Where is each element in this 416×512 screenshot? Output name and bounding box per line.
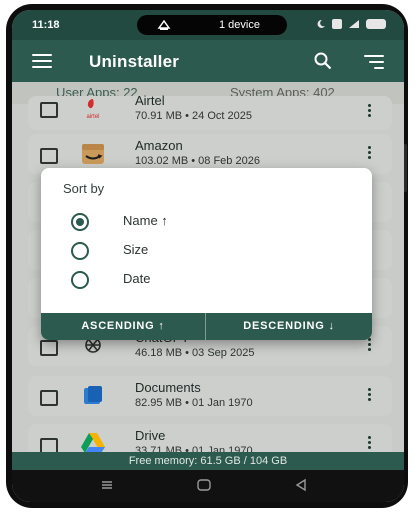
recents-icon[interactable] — [100, 478, 114, 492]
app-checkbox[interactable] — [40, 340, 58, 356]
svg-text:airtel: airtel — [86, 114, 99, 120]
navigation-bar — [12, 470, 404, 502]
sort-option-date[interactable]: Date — [41, 266, 372, 292]
sort-option-name[interactable]: Name ↑ — [41, 208, 372, 234]
app-name: Amazon — [135, 138, 183, 153]
sort-icon[interactable] — [364, 55, 384, 69]
app-name: Drive — [135, 428, 166, 443]
app-checkbox[interactable] — [40, 390, 58, 406]
dialog-button-bar: ASCENDING ↑ DESCENDING ↓ — [41, 313, 372, 340]
device-count-text: 1 device — [219, 19, 260, 31]
status-bar: 11:18 1 device — [12, 10, 404, 40]
device-icon — [157, 19, 171, 30]
app-name: Airtel — [135, 93, 165, 108]
radio-button[interactable] — [71, 271, 89, 289]
sort-option-label: Name ↑ — [123, 213, 168, 228]
documents-icon — [84, 386, 102, 404]
search-icon[interactable] — [314, 52, 332, 70]
dynamic-island[interactable]: 1 device — [137, 15, 287, 35]
more-options-icon[interactable] — [368, 338, 372, 354]
airtel-icon: airtel — [86, 99, 100, 120]
sort-dialog: Sort by Name ↑ Size Date ASCENDING ↑ DES… — [41, 168, 372, 340]
more-options-icon[interactable] — [368, 146, 372, 162]
screen: 11:18 1 device Uninstaller User Apps: 22… — [12, 10, 404, 502]
app-meta: 46.18 MB • 03 Sep 2025 — [135, 347, 255, 359]
battery-icon — [366, 19, 386, 29]
list-item[interactable]: Documents 82.95 MB • 01 Jan 1970 — [28, 376, 392, 416]
do-not-disturb-icon — [317, 19, 325, 28]
volte-icon — [332, 19, 342, 29]
radio-button-checked[interactable] — [71, 213, 89, 231]
status-time: 11:18 — [32, 19, 60, 31]
app-checkbox[interactable] — [40, 102, 58, 118]
list-item[interactable]: airtel Airtel 70.91 MB • 24 Oct 2025 — [28, 93, 392, 130]
app-meta: 70.91 MB • 24 Oct 2025 — [135, 110, 252, 122]
app-title: Uninstaller — [89, 52, 180, 71]
home-icon[interactable] — [196, 478, 212, 492]
sort-option-label: Size — [123, 242, 149, 257]
amazon-icon — [82, 144, 104, 164]
signal-icon — [349, 20, 359, 28]
back-icon[interactable] — [294, 478, 308, 492]
more-options-icon[interactable] — [368, 388, 372, 404]
dialog-title: Sort by — [63, 181, 105, 196]
sort-option-label: Date — [123, 271, 151, 286]
sort-option-size[interactable]: Size — [41, 237, 372, 263]
hamburger-menu-icon[interactable] — [32, 54, 52, 68]
more-options-icon[interactable] — [368, 436, 372, 452]
system-icons — [316, 19, 386, 29]
ascending-button[interactable]: ASCENDING ↑ — [41, 313, 205, 340]
app-bar: Uninstaller — [12, 40, 404, 82]
more-options-icon[interactable] — [368, 104, 372, 120]
app-meta: 103.02 MB • 08 Feb 2026 — [135, 155, 260, 167]
radio-button[interactable] — [71, 242, 89, 260]
app-meta: 82.95 MB • 01 Jan 1970 — [135, 397, 253, 409]
descending-button[interactable]: DESCENDING ↓ — [206, 313, 372, 340]
app-checkbox[interactable] — [40, 148, 58, 164]
app-name: Documents — [135, 380, 201, 395]
free-memory-bar: Free memory: 61.5 GB / 104 GB — [12, 452, 404, 470]
